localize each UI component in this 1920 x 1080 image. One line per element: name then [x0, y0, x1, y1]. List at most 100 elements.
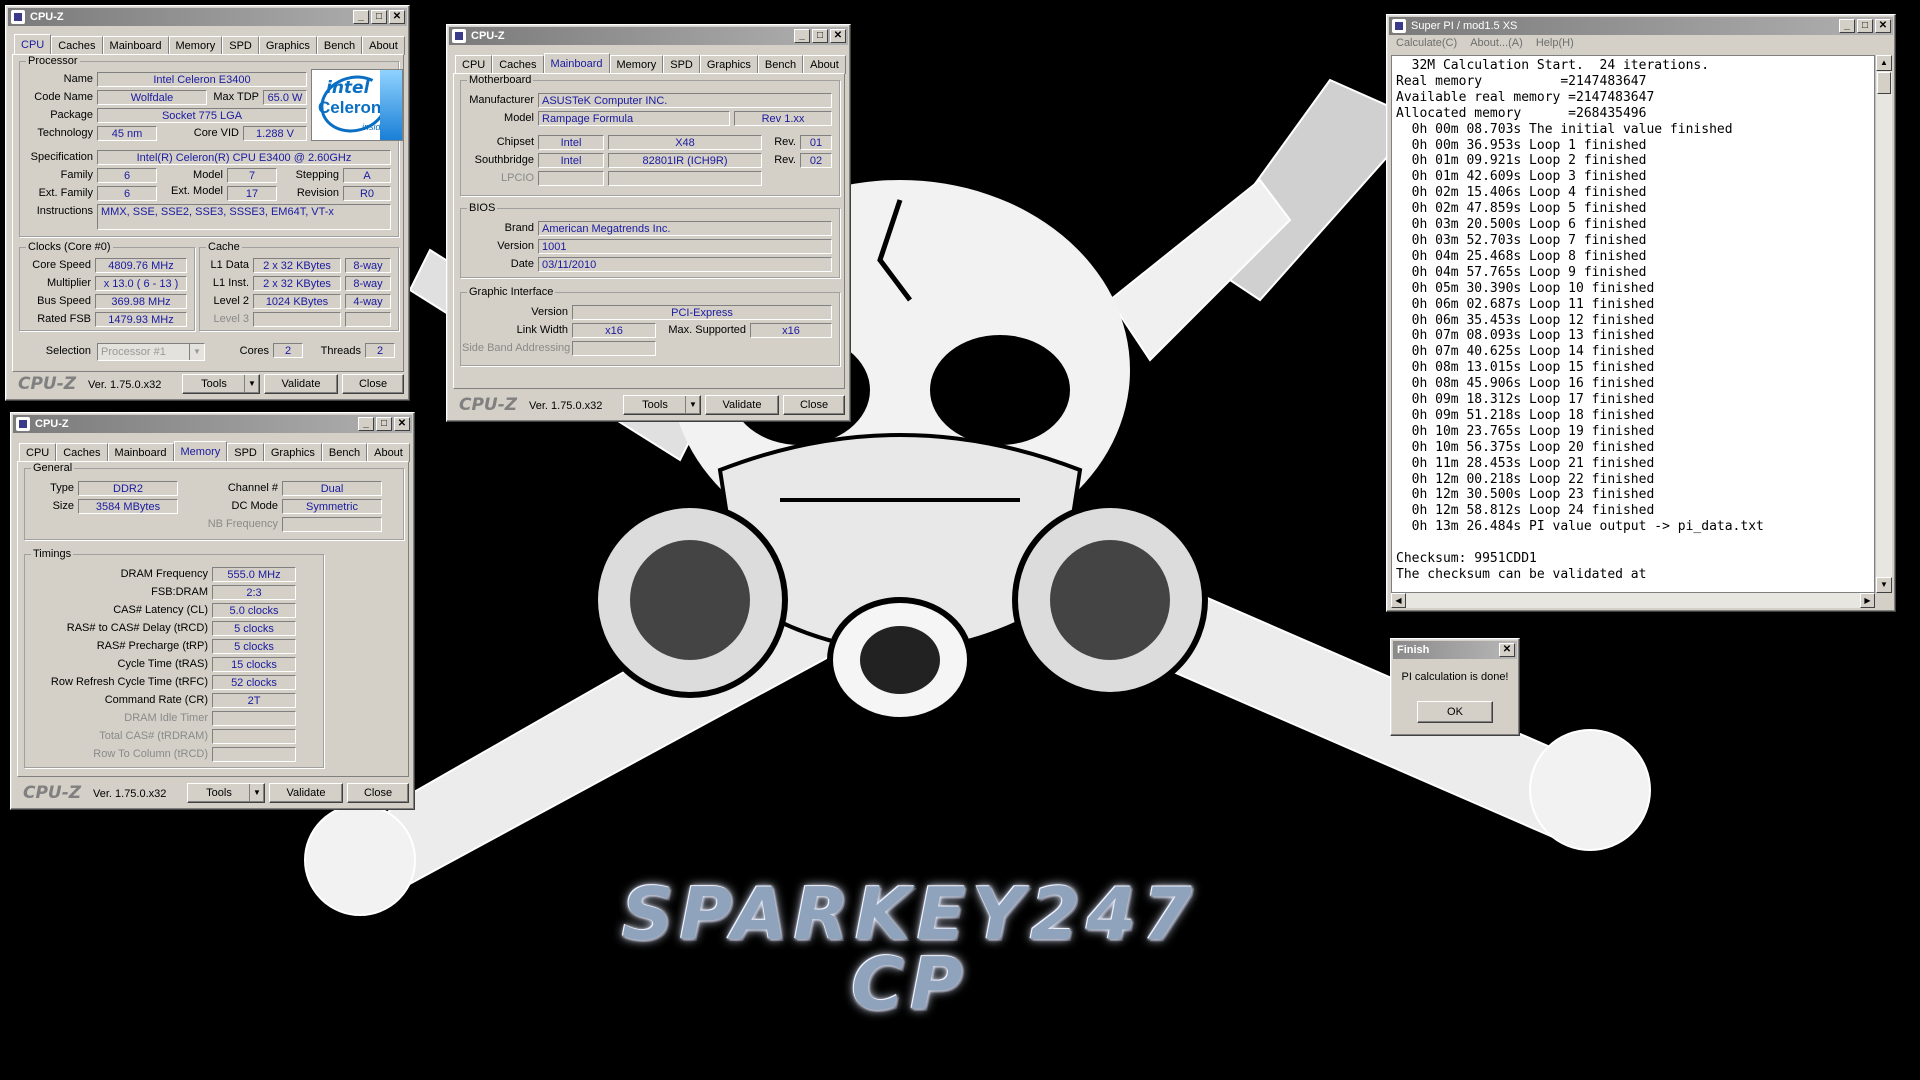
superpi-window[interactable]: Super PI / mod1.5 XS _ □ ✕ Calculate(C) …: [1386, 14, 1896, 612]
model-label: Model: [193, 169, 223, 181]
window-titlebar[interactable]: Super PI / mod1.5 XS _ □ ✕: [1389, 17, 1893, 35]
tab-mainboard[interactable]: Mainboard: [107, 443, 174, 462]
chevron-down-icon: ▼: [249, 784, 264, 802]
maximize-button[interactable]: □: [376, 417, 392, 431]
processor-selection-dropdown[interactable]: Processor #1 ▼: [97, 343, 205, 361]
trfc-label: Row Refresh Cycle Time (tRFC): [50, 676, 208, 688]
tab-graphics[interactable]: Graphics: [263, 443, 322, 462]
close-window-button[interactable]: ✕: [830, 29, 846, 43]
scroll-down-icon[interactable]: ▼: [1876, 577, 1892, 593]
log-line: Checksum: 9951CDD1: [1396, 551, 1537, 567]
dialog-titlebar[interactable]: Finish ✕: [1393, 641, 1517, 659]
maximize-button[interactable]: □: [1857, 19, 1873, 33]
tab-caches[interactable]: Caches: [492, 55, 544, 74]
scroll-left-icon[interactable]: ◀: [1391, 593, 1406, 608]
scroll-thumb[interactable]: [1877, 72, 1891, 94]
window-titlebar[interactable]: CPU-Z _ □ ✕: [8, 8, 407, 26]
vertical-scrollbar[interactable]: ▲ ▼: [1875, 55, 1892, 593]
close-window-button[interactable]: ✕: [389, 10, 405, 24]
close-window-button[interactable]: ✕: [1875, 19, 1891, 33]
close-window-button[interactable]: ✕: [1499, 643, 1515, 657]
cpu-name-value: Intel Celeron E3400: [97, 72, 307, 87]
dram-idle-label: DRAM Idle Timer: [124, 712, 208, 724]
chevron-down-icon: ▼: [189, 344, 204, 360]
validate-button[interactable]: Validate: [705, 395, 779, 415]
tab-cpu[interactable]: CPU: [14, 34, 52, 55]
multiplier-value: x 13.0 ( 6 - 13 ): [95, 276, 187, 291]
log-line: 0h 07m 08.093s Loop 13 finished: [1396, 328, 1655, 344]
validate-button[interactable]: Validate: [269, 783, 343, 803]
cores-label: Cores: [239, 345, 269, 357]
maximize-button[interactable]: □: [812, 29, 828, 43]
tab-cpu[interactable]: CPU: [19, 443, 57, 462]
tab-bench[interactable]: Bench: [316, 36, 363, 55]
maximize-button[interactable]: □: [371, 10, 387, 24]
tab-memory[interactable]: Memory: [173, 441, 228, 462]
window-titlebar[interactable]: CPU-Z _ □ ✕: [13, 415, 412, 433]
menu-help[interactable]: Help(H): [1536, 37, 1574, 49]
extfamily-value: 6: [97, 186, 157, 201]
row-to-column-value: [212, 747, 296, 762]
log-line: Available real memory =2147483647: [1396, 89, 1655, 105]
corevid-value: 1.288 V: [243, 126, 307, 141]
row-to-column-label: Row To Column (tRCD): [93, 748, 208, 760]
maxtdp-label: Max TDP: [213, 91, 259, 103]
tab-mainboard[interactable]: Mainboard: [543, 53, 610, 74]
tab-caches[interactable]: Caches: [56, 443, 108, 462]
tab-memory[interactable]: Memory: [168, 36, 223, 55]
tab-spd[interactable]: SPD: [222, 36, 259, 55]
cpuz-app-icon: [11, 10, 25, 24]
close-button[interactable]: Close: [347, 783, 409, 803]
channel-label: Channel #: [227, 482, 278, 494]
tab-about[interactable]: About: [803, 55, 846, 74]
close-button[interactable]: Close: [783, 395, 845, 415]
minimize-button[interactable]: _: [358, 417, 374, 431]
tab-spd[interactable]: SPD: [227, 443, 264, 462]
trcd-label: RAS# to CAS# Delay (tRCD): [66, 622, 208, 634]
tab-graphics[interactable]: Graphics: [258, 36, 317, 55]
tab-about[interactable]: About: [367, 443, 410, 462]
tab-spd[interactable]: SPD: [663, 55, 700, 74]
scroll-up-icon[interactable]: ▲: [1876, 55, 1892, 71]
minimize-button[interactable]: _: [794, 29, 810, 43]
cpuz-mainboard-window[interactable]: CPU-Z _ □ ✕ CPU Caches Mainboard Memory …: [446, 24, 851, 422]
scroll-right-icon[interactable]: ▶: [1860, 593, 1875, 608]
finish-dialog[interactable]: Finish ✕ PI calculation is done! OK: [1390, 638, 1520, 736]
minimize-button[interactable]: _: [353, 10, 369, 24]
tab-caches[interactable]: Caches: [51, 36, 103, 55]
validate-button[interactable]: Validate: [264, 374, 338, 394]
busspeed-value: 369.98 MHz: [95, 294, 187, 309]
cpuz-cpu-window[interactable]: CPU-Z _ □ ✕ CPU Caches Mainboard Memory …: [5, 5, 410, 401]
close-button[interactable]: Close: [342, 374, 404, 394]
tools-button[interactable]: Tools ▼: [187, 783, 265, 803]
tab-graphics[interactable]: Graphics: [699, 55, 758, 74]
close-window-button[interactable]: ✕: [394, 417, 410, 431]
lpcio-value: [608, 171, 762, 186]
log-line: 0h 12m 30.500s Loop 23 finished: [1396, 487, 1655, 503]
tools-button[interactable]: Tools ▼: [623, 395, 701, 415]
tab-mainboard[interactable]: Mainboard: [102, 36, 169, 55]
window-titlebar[interactable]: CPU-Z _ □ ✕: [449, 27, 848, 45]
log-line: Allocated memory =268435496: [1396, 105, 1647, 121]
chipset-label: Chipset: [496, 136, 534, 148]
tab-bench[interactable]: Bench: [321, 443, 368, 462]
codename-value: Wolfdale: [97, 90, 207, 105]
menu-calculate[interactable]: Calculate(C): [1396, 37, 1457, 49]
package-value: Socket 775 LGA: [97, 108, 307, 123]
menu-about[interactable]: About...(A): [1470, 37, 1523, 49]
tab-bench[interactable]: Bench: [757, 55, 804, 74]
tab-about[interactable]: About: [362, 36, 405, 55]
tab-cpu[interactable]: CPU: [455, 55, 493, 74]
cpuz-memory-window[interactable]: CPU-Z _ □ ✕ CPU Caches Mainboard Memory …: [10, 412, 415, 810]
ok-button[interactable]: OK: [1417, 701, 1493, 723]
window-footer: CPU-Z Ver. 1.75.0.x32 Tools ▼ Validate C…: [17, 783, 409, 805]
level2-value: 1024 KBytes: [253, 294, 341, 309]
log-line: 0h 03m 52.703s Loop 7 finished: [1396, 232, 1647, 248]
tab-panel: Motherboard Manufacturer ASUSTeK Compute…: [453, 73, 845, 389]
tools-button[interactable]: Tools ▼: [182, 374, 260, 394]
calculation-log[interactable]: 32M Calculation Start. 24 iterations. Rea…: [1391, 55, 1875, 593]
log-line: 0h 08m 45.906s Loop 16 finished: [1396, 376, 1655, 392]
tab-memory[interactable]: Memory: [609, 55, 664, 74]
horizontal-scrollbar[interactable]: ◀ ▶: [1391, 593, 1875, 608]
minimize-button[interactable]: _: [1839, 19, 1855, 33]
